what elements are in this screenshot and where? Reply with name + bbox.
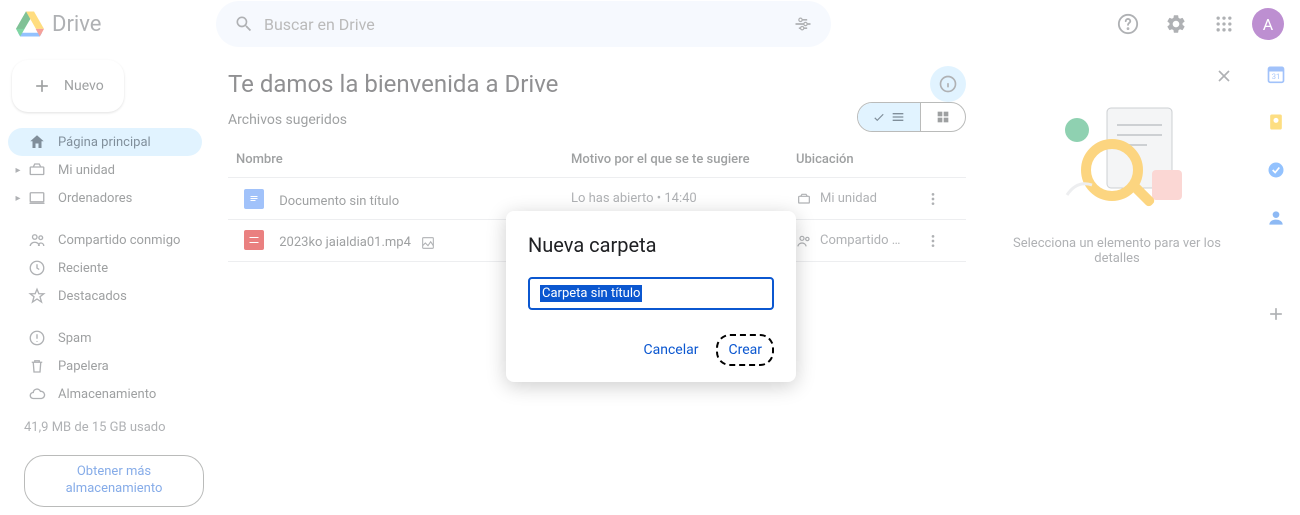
create-button-highlight: Crear <box>716 334 774 366</box>
dialog-title: Nueva carpeta <box>528 233 774 257</box>
cancel-button[interactable]: Cancelar <box>634 334 709 366</box>
create-button[interactable]: Crear <box>726 338 764 362</box>
folder-name-input[interactable]: Carpeta sin título <box>528 277 774 310</box>
new-folder-dialog: Nueva carpeta Carpeta sin título Cancela… <box>506 211 796 382</box>
